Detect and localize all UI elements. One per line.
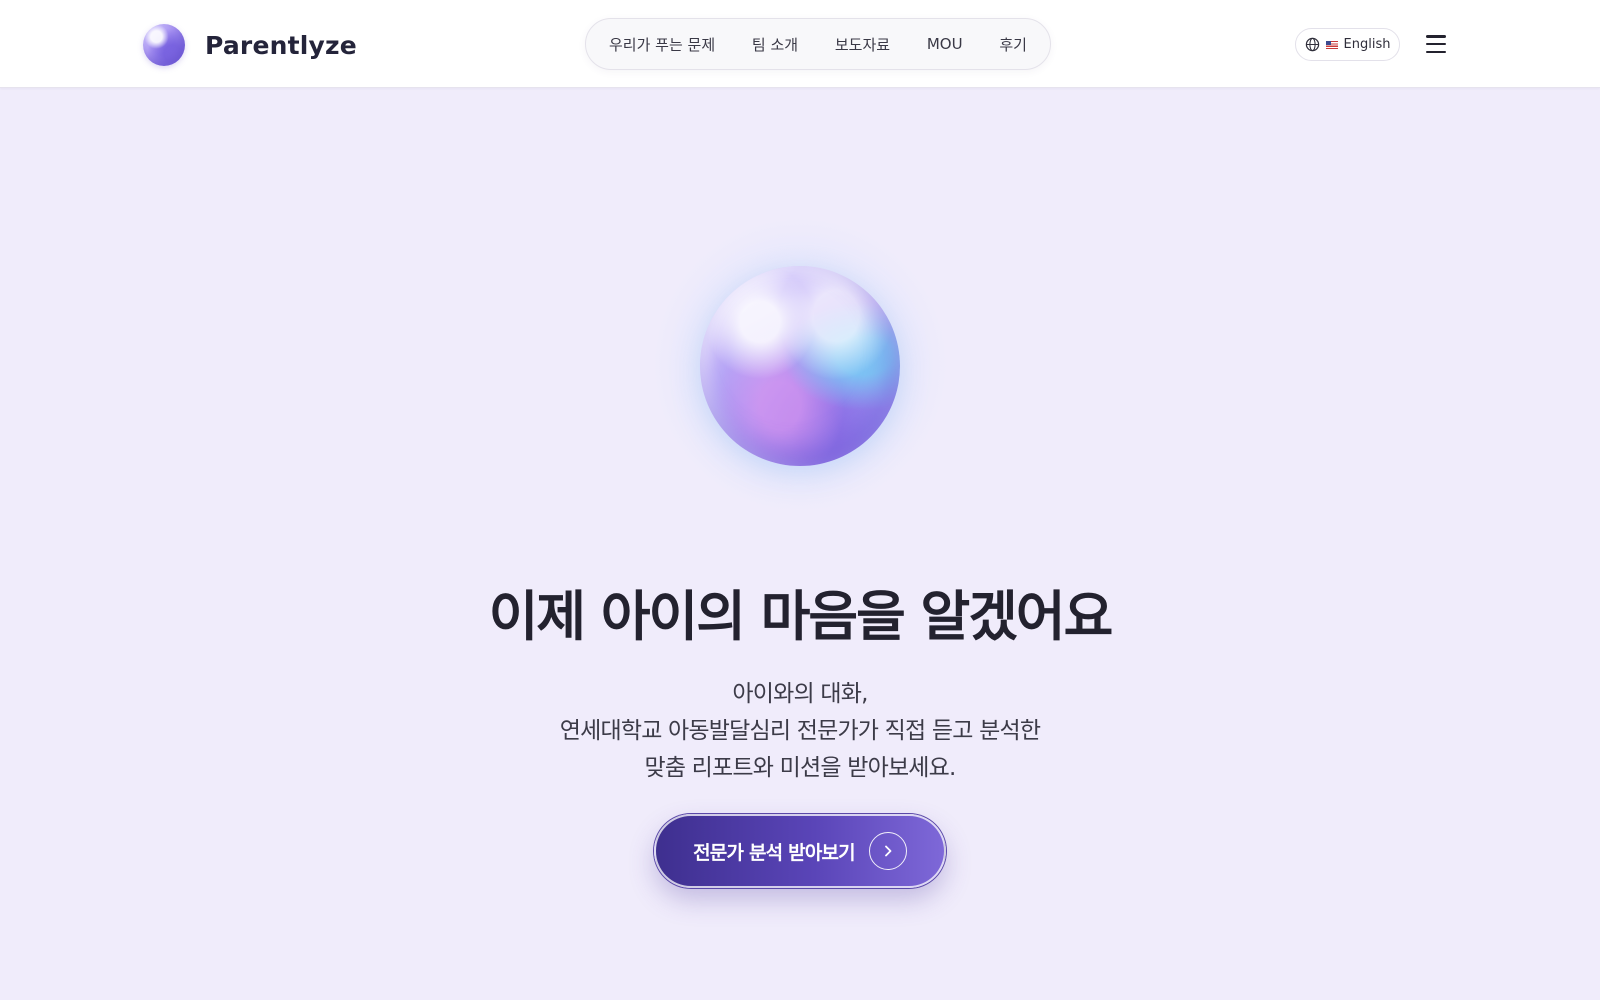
brand-name: Parentlyze: [205, 30, 357, 60]
cta-label: 전문가 분석 받아보기: [693, 841, 856, 864]
globe-icon: [1305, 37, 1319, 52]
menu-line: [1426, 35, 1446, 38]
nav-item-reviews[interactable]: 후기: [999, 34, 1027, 55]
chevron-right-glyph: [884, 845, 892, 857]
nav-item-problem[interactable]: 우리가 푸는 문제: [609, 34, 715, 55]
hero-subtext-line: 연세대학교 아동발달심리 전문가가 직접 듣고 분석한: [559, 718, 1041, 744]
orb-logo-icon: [143, 24, 185, 66]
hero-section: 이제 아이의 마음을 알겠어요 아이와의 대화, 연세대학교 아동발달심리 전문…: [0, 0, 1600, 912]
language-selector-button[interactable]: English: [1295, 28, 1400, 61]
nav-item-mou[interactable]: MOU: [927, 35, 963, 53]
nav-item-press[interactable]: 보도자료: [835, 34, 890, 55]
hero-orb-image: [700, 266, 900, 466]
menu-line: [1426, 50, 1446, 53]
expert-analysis-cta-button[interactable]: 전문가 분석 받아보기: [654, 814, 946, 888]
hamburger-menu-icon[interactable]: [1424, 32, 1448, 56]
language-label: English: [1343, 37, 1391, 52]
brand-home-link[interactable]: Parentlyze: [143, 24, 357, 66]
menu-line: [1426, 42, 1446, 46]
nav-item-team[interactable]: 팀 소개: [752, 34, 798, 55]
chevron-right-icon: [868, 832, 907, 870]
hero-subtext-line: 맞춤 리포트와 미션을 받아보세요.: [644, 755, 956, 781]
hero-subtext-line: 아이와의 대화,: [732, 681, 868, 707]
hero-headline: 이제 아이의 마음을 알겠어요: [488, 585, 1114, 648]
hero-subtext: 아이와의 대화, 연세대학교 아동발달심리 전문가가 직접 듣고 분석한 맞춤 …: [0, 676, 1600, 787]
us-flag-icon: [1325, 40, 1338, 49]
site-header: Parentlyze 우리가 푸는 문제 팀 소개 보도자료 MOU 후기 En…: [0, 0, 1600, 88]
main-nav: 우리가 푸는 문제 팀 소개 보도자료 MOU 후기: [585, 18, 1051, 70]
